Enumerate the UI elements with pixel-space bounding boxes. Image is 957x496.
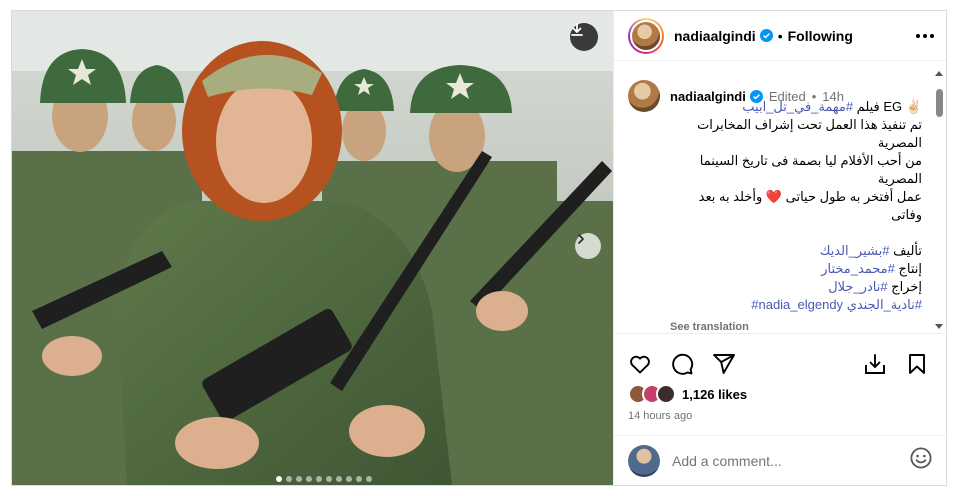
hashtag-link[interactable]: #مهمة_في_تل_ابيب <box>742 99 853 114</box>
scrollbar-thumb[interactable] <box>936 89 943 117</box>
carousel-dot <box>356 476 362 482</box>
save-download-icon <box>865 354 885 374</box>
comment-box <box>614 435 947 485</box>
caption-line-1-text: ✌🏻 EG فيلم <box>853 99 922 114</box>
post-side-panel: nadiaalgindi • Following nadiaalgindi Ed… <box>613 11 947 485</box>
hashtag-link[interactable]: #محمد_مختار <box>821 261 895 276</box>
credit-director-label: إخراج <box>887 279 922 294</box>
post-media[interactable] <box>12 11 613 485</box>
caption-line-1: ✌🏻 EG فيلم #مهمة_في_تل_ابيب <box>670 98 922 116</box>
current-user-avatar <box>628 444 660 477</box>
save-download-button[interactable] <box>863 352 887 376</box>
hashtag-link[interactable]: #نادية_الجندي <box>847 297 922 312</box>
action-buttons-left <box>628 352 736 376</box>
hashtag-link[interactable]: #nadia_elgendy <box>751 297 843 312</box>
hashtag-link[interactable]: #نادر_جلال <box>828 279 887 294</box>
comment-input[interactable] <box>672 452 882 469</box>
carousel-dot <box>316 476 322 482</box>
like-button[interactable] <box>628 352 652 376</box>
credit-writer: تأليف #بشير_الديك <box>670 242 922 260</box>
carousel-dot <box>366 476 372 482</box>
see-translation-link[interactable]: See translation <box>670 321 749 332</box>
liker-avatar[interactable] <box>656 384 676 404</box>
likes-row: 1,126 likes <box>628 384 747 404</box>
carousel-dot <box>296 476 302 482</box>
share-button[interactable] <box>712 352 736 376</box>
carousel-dot <box>276 476 282 482</box>
download-icon <box>571 23 583 36</box>
caption-line-2: تم تنفيذ هذا العمل تحت إشراف المخابرات ا… <box>697 117 922 150</box>
caption-scrollbar[interactable] <box>934 67 944 329</box>
caption-avatar[interactable] <box>628 80 660 112</box>
caption-line-3: من أحب الأفلام ليا بصمة فى تاريخ السينما… <box>699 153 922 186</box>
comment-icon <box>672 353 694 375</box>
caption-area[interactable]: nadiaalgindi Edited • 14h ✌🏻 EG فيلم #مه… <box>614 62 947 332</box>
scroll-down-arrow-icon[interactable] <box>935 324 943 329</box>
emoji-button[interactable] <box>909 446 933 475</box>
author-avatar[interactable] <box>628 17 664 54</box>
verified-badge-icon <box>759 29 773 42</box>
carousel-dot <box>336 476 342 482</box>
post-timestamp[interactable]: 14 hours ago <box>628 410 692 422</box>
carousel-dot <box>346 476 352 482</box>
hashtag-link[interactable]: #بشير_الديك <box>820 243 890 258</box>
post-dialog: nadiaalgindi • Following nadiaalgindi Ed… <box>11 10 947 486</box>
paper-plane-icon <box>713 354 735 374</box>
credit-producer-label: إنتاج <box>894 261 922 276</box>
carousel-dot <box>286 476 292 482</box>
scroll-up-arrow-icon[interactable] <box>935 71 943 76</box>
heart-icon <box>630 355 650 374</box>
caption-text: ✌🏻 EG فيلم #مهمة_في_تل_ابيب تم تنفيذ هذا… <box>670 98 922 314</box>
action-buttons-right <box>863 352 929 376</box>
header-separator: • <box>777 27 783 44</box>
likes-count[interactable]: 1,126 likes <box>682 387 747 402</box>
comment-button[interactable] <box>670 352 694 376</box>
carousel-indicator <box>276 476 372 482</box>
download-button[interactable] <box>570 23 598 51</box>
caption-tags-line: #نادية_الجندي #nadia_elgendy <box>670 296 922 314</box>
following-button[interactable]: Following <box>788 28 853 44</box>
credit-director: إخراج #نادر_جلال <box>670 278 922 296</box>
chevron-right-icon <box>578 234 585 244</box>
caption-line-4: عمل أفتخر به طول حياتى ❤️ وأخلد به بعد و… <box>698 189 922 222</box>
emoji-smile-icon <box>910 447 932 469</box>
bookmark-icon <box>909 354 925 374</box>
post-photo <box>12 11 613 485</box>
credit-writer-label: تأليف <box>889 243 922 258</box>
carousel-dot <box>306 476 312 482</box>
more-options-icon[interactable] <box>916 33 934 38</box>
credit-producer: إنتاج #محمد_مختار <box>670 260 922 278</box>
author-username[interactable]: nadiaalgindi <box>674 28 756 44</box>
carousel-next-button[interactable] <box>575 233 601 259</box>
post-header: nadiaalgindi • Following <box>614 11 946 61</box>
bookmark-button[interactable] <box>905 352 929 376</box>
carousel-dot <box>326 476 332 482</box>
